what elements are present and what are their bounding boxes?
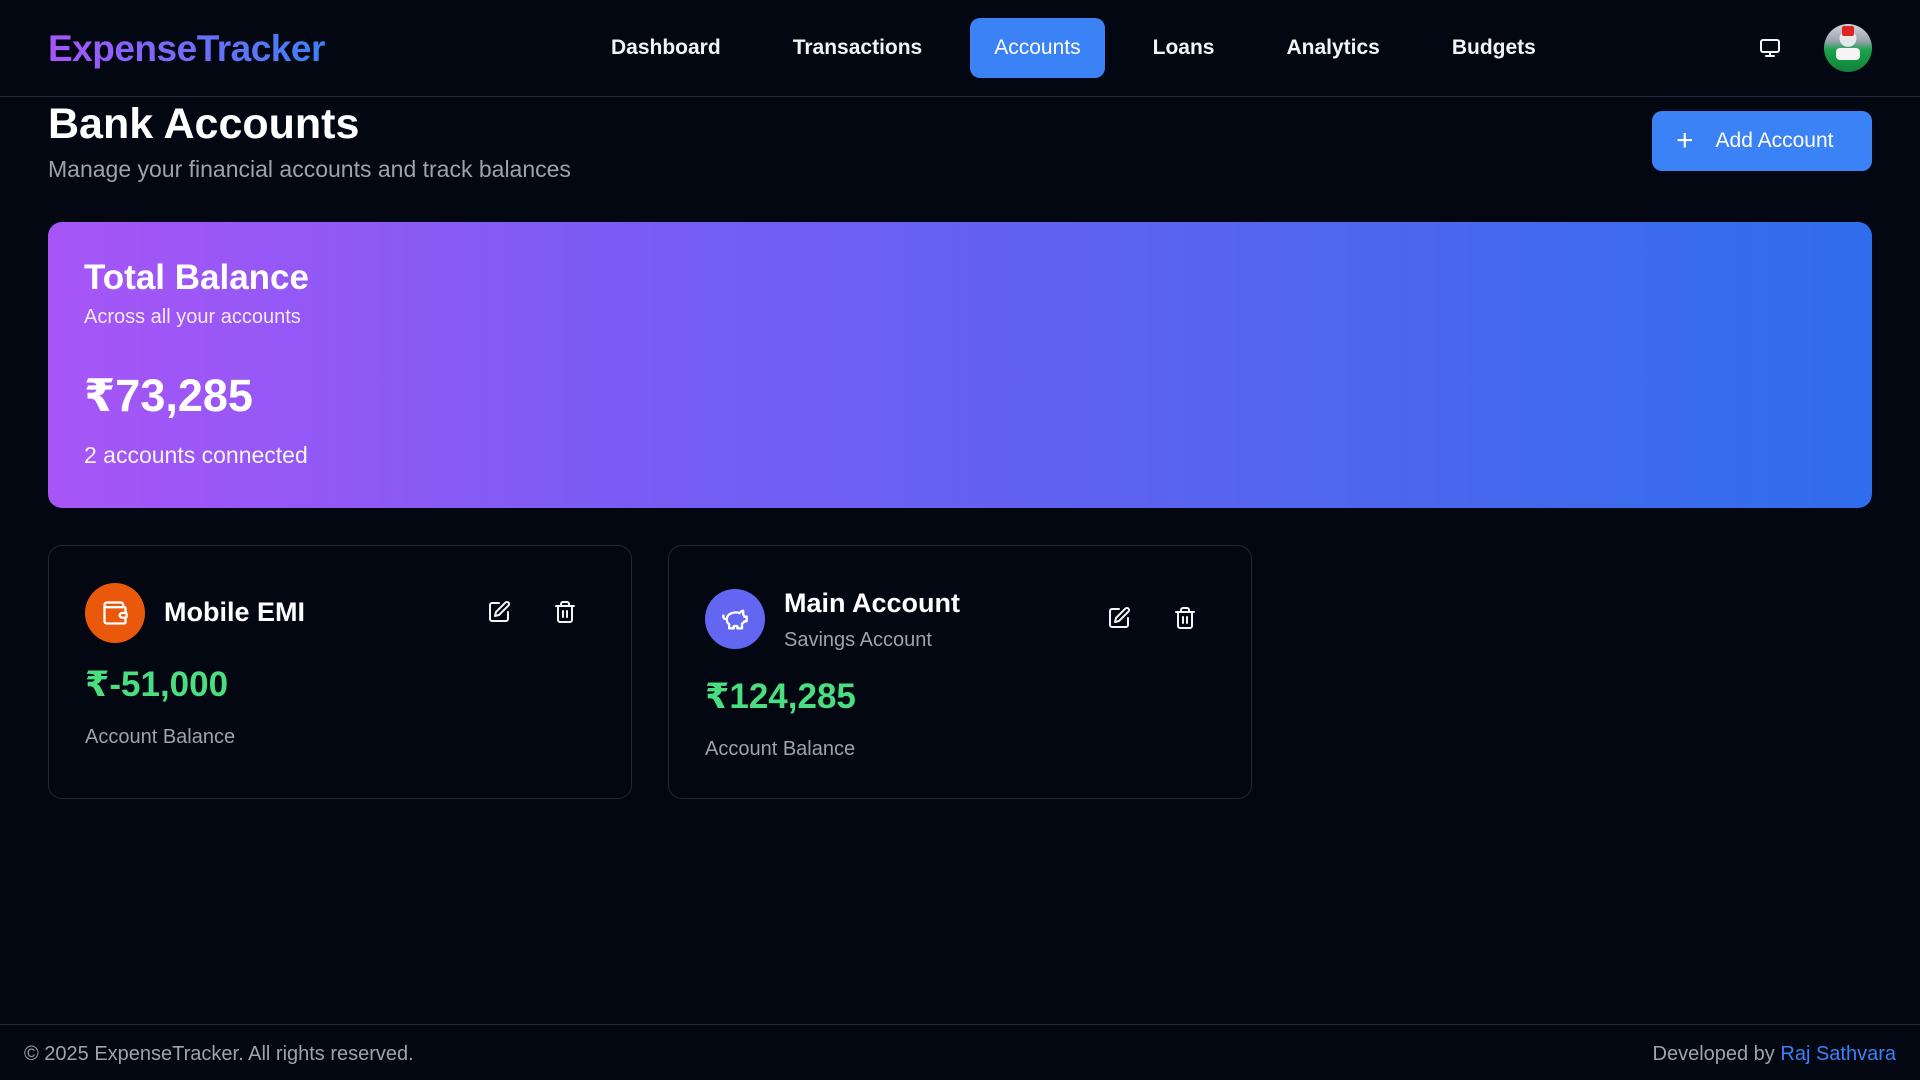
add-account-label: Add Account — [1715, 129, 1834, 152]
wallet-icon — [85, 583, 145, 643]
account-balance-label: Account Balance — [85, 726, 236, 748]
total-balance-card: Total Balance Across all your accounts ₹… — [48, 222, 1872, 508]
plus-icon: + — [1676, 124, 1694, 157]
edit-icon[interactable] — [485, 598, 513, 626]
account-name: Mobile EMI — [164, 597, 305, 627]
nav-transactions[interactable]: Transactions — [769, 18, 947, 78]
footer: © 2025 ExpenseTracker. All rights reserv… — [0, 1024, 1920, 1080]
nav-budgets[interactable]: Budgets — [1428, 18, 1560, 78]
account-name: Main Account — [784, 588, 961, 618]
edit-icon[interactable] — [1105, 604, 1133, 632]
nav-dashboard[interactable]: Dashboard — [587, 18, 745, 78]
monitor-icon[interactable] — [1754, 32, 1786, 64]
account-balance-label: Account Balance — [705, 738, 856, 760]
developer-link[interactable]: Raj Sathvara — [1780, 1043, 1896, 1065]
piggy-bank-icon — [705, 589, 765, 649]
account-type: Savings Account — [784, 629, 932, 651]
account-card-mobile-emi[interactable]: Mobile EMI ₹-51,000 Account Balance — [48, 545, 632, 799]
credit-prefix: Developed by — [1652, 1043, 1781, 1065]
account-balance-amount: ₹-51,000 — [85, 665, 229, 704]
total-balance-amount: ₹73,285 — [84, 370, 253, 421]
nav-loans[interactable]: Loans — [1129, 18, 1239, 78]
account-balance-amount: ₹124,285 — [705, 677, 856, 716]
page-title: Bank Accounts — [48, 100, 360, 148]
top-navigation-bar: ExpenseTracker Dashboard Transactions Ac… — [0, 0, 1920, 97]
account-card-main-account[interactable]: Main Account Savings Account ₹124,285 Ac… — [668, 545, 1252, 799]
developer-credit: Developed by Raj Sathvara — [1653, 1043, 1897, 1066]
total-balance-title: Total Balance — [84, 258, 309, 297]
copyright-text: © 2025 ExpenseTracker. All rights reserv… — [24, 1043, 414, 1065]
total-balance-subtitle: Across all your accounts — [84, 306, 301, 328]
nav-analytics[interactable]: Analytics — [1262, 18, 1403, 78]
add-account-button[interactable]: + Add Account — [1652, 111, 1872, 171]
user-avatar[interactable] — [1824, 24, 1872, 72]
main-nav: Dashboard Transactions Accounts Loans An… — [587, 18, 1560, 78]
nav-accounts[interactable]: Accounts — [970, 18, 1105, 78]
page-subtitle: Manage your financial accounts and track… — [48, 156, 571, 182]
trash-icon[interactable] — [1171, 604, 1199, 632]
app-logo[interactable]: ExpenseTracker — [48, 28, 325, 70]
trash-icon[interactable] — [551, 598, 579, 626]
accounts-connected-count: 2 accounts connected — [84, 442, 308, 468]
